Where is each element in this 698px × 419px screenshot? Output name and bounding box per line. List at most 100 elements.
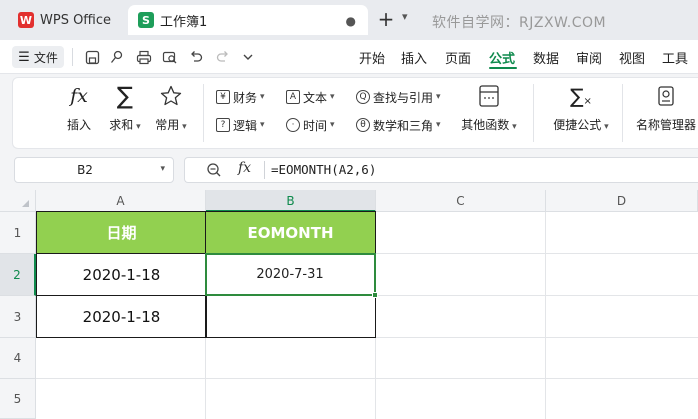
chevron-down-icon: ▾ xyxy=(330,120,335,130)
cell-a3[interactable]: 2020-1-18 xyxy=(36,295,207,338)
formula-bar-divider xyxy=(264,161,265,179)
quick-formula-button[interactable]: ∑ × 便捷公式 ▾ xyxy=(548,82,614,142)
chevron-down-icon[interactable]: ▾ xyxy=(160,164,165,174)
lookup-icon: Q xyxy=(356,90,370,104)
active-cell-highlight xyxy=(205,253,376,296)
datetime-label: 时间 xyxy=(303,118,328,133)
column-header-d[interactable]: D xyxy=(546,190,698,212)
chevron-down-icon: ▾ xyxy=(330,92,335,102)
print-icon[interactable] xyxy=(134,47,154,67)
insert-function-label: 插入 xyxy=(66,118,91,132)
chevron-down-icon: ▾ xyxy=(260,92,265,102)
chevron-down-icon: ▾ xyxy=(260,120,265,130)
fx-icon[interactable]: fx xyxy=(238,160,251,176)
common-functions-label: 常用 xyxy=(155,118,180,132)
select-all-corner[interactable] xyxy=(0,190,36,212)
cell-a2[interactable]: 2020-1-18 xyxy=(36,253,207,296)
zoom-magnifier-icon[interactable] xyxy=(206,162,222,178)
toolbar-divider xyxy=(72,48,73,66)
chevron-down-icon: ▾ xyxy=(509,122,517,132)
chevron-down-icon: ▾ xyxy=(436,92,441,102)
file-menu-label: 文件 xyxy=(33,50,58,65)
undo-icon[interactable] xyxy=(186,47,206,67)
common-functions-button[interactable]: 常用 ▾ xyxy=(146,82,196,142)
select-all-triangle-icon xyxy=(22,200,29,207)
column-header-c[interactable]: C xyxy=(376,190,546,212)
quick-formula-label: 便捷公式 xyxy=(553,118,602,132)
formula-input[interactable] xyxy=(184,157,698,183)
tab-list-chevron-icon[interactable]: ▾ xyxy=(402,10,408,23)
menu-data[interactable]: 数据 xyxy=(533,48,559,67)
menu-home[interactable]: 开始 xyxy=(359,48,385,67)
gridline xyxy=(545,212,546,419)
row-header-3[interactable]: 3 xyxy=(0,296,36,338)
math-trig-button[interactable]: θ 数学和三角 ▾ xyxy=(356,115,441,135)
lookup-button[interactable]: Q 查找与引用 ▾ xyxy=(356,87,441,107)
text-functions-button[interactable]: A 文本 ▾ xyxy=(286,87,335,107)
name-box-value: B2 xyxy=(77,163,93,177)
menu-view[interactable]: 视图 xyxy=(619,48,645,67)
column-header-b[interactable]: B xyxy=(206,190,376,212)
redo-icon[interactable] xyxy=(212,47,232,67)
wps-office-tab[interactable]: W WPS Office xyxy=(8,6,124,34)
wps-office-tab-label: WPS Office xyxy=(40,12,112,28)
cell-b3[interactable] xyxy=(205,295,376,338)
name-box[interactable]: B2 ▾ xyxy=(14,157,174,183)
formula-text[interactable]: =EOMONTH(A2,6) xyxy=(271,162,376,177)
fill-handle[interactable] xyxy=(372,292,378,298)
row-header-2[interactable]: 2 xyxy=(0,254,36,296)
autosum-button[interactable]: ∑ 求和 ▾ xyxy=(100,82,150,142)
link-icon[interactable] xyxy=(106,47,126,67)
cell-a1[interactable]: 日期 xyxy=(36,211,207,254)
name-manager-button[interactable]: 名称管理器 xyxy=(636,82,698,142)
star-icon xyxy=(157,82,185,110)
text-icon: A xyxy=(286,90,300,104)
watermark-text: 软件自学网：RJZXW.COM xyxy=(432,15,607,31)
chevron-down-icon: ▾ xyxy=(179,122,187,132)
menu-insert[interactable]: 插入 xyxy=(401,48,427,67)
sigma-icon: ∑ xyxy=(116,82,134,110)
ribbon-divider xyxy=(533,84,534,142)
ribbon-divider xyxy=(203,84,204,142)
column-header-a[interactable]: A xyxy=(36,190,206,212)
math-trig-label: 数学和三角 xyxy=(373,118,434,133)
financial-label: 财务 xyxy=(233,90,258,105)
row-header-1[interactable]: 1 xyxy=(0,212,36,254)
file-menu-button[interactable]: ☰ 文件 xyxy=(12,46,64,68)
menu-page-layout[interactable]: 页面 xyxy=(445,48,471,67)
datetime-button[interactable]: · 时间 ▾ xyxy=(286,115,335,135)
cell-b1[interactable]: EOMONTH xyxy=(205,211,376,254)
menu-formulas[interactable]: 公式 xyxy=(489,48,515,67)
autosum-label: 求和 xyxy=(109,118,134,132)
logical-icon: ? xyxy=(216,118,230,132)
print-preview-icon[interactable] xyxy=(160,47,180,67)
unsaved-dot-icon[interactable]: ● xyxy=(346,14,356,28)
workbook-tab-label: 工作簿1 xyxy=(160,14,208,30)
name-manager-icon xyxy=(652,82,680,110)
new-tab-button[interactable]: + xyxy=(374,8,398,32)
row-header-5[interactable]: 5 xyxy=(0,379,36,419)
gridline xyxy=(36,378,698,379)
menu-review[interactable]: 审阅 xyxy=(576,48,602,67)
text-functions-label: 文本 xyxy=(303,90,328,105)
math-icon: θ xyxy=(356,118,370,132)
active-menu-indicator xyxy=(489,67,517,69)
chevron-down-icon: ▾ xyxy=(133,122,141,132)
more-functions-icon xyxy=(475,82,503,110)
spreadsheet-icon: S xyxy=(138,12,154,28)
logical-button[interactable]: ? 逻辑 ▾ xyxy=(216,115,265,135)
chevron-down-icon: ▾ xyxy=(436,120,441,130)
hamburger-icon: ☰ xyxy=(18,49,30,65)
customize-chevron-down-icon[interactable] xyxy=(238,47,258,67)
financial-button[interactable]: ¥ 财务 ▾ xyxy=(216,87,265,107)
logical-label: 逻辑 xyxy=(233,118,258,133)
chevron-down-icon: ▾ xyxy=(601,122,609,132)
row-header-4[interactable]: 4 xyxy=(0,338,36,379)
insert-function-button[interactable]: fx 插入 xyxy=(54,82,104,142)
save-icon[interactable] xyxy=(82,47,102,67)
sigma-x-icon: ∑ × xyxy=(570,84,592,108)
wps-logo-icon: W xyxy=(18,12,34,28)
menu-tools[interactable]: 工具 xyxy=(662,48,688,67)
workbook-tab[interactable]: S 工作簿1 ● xyxy=(128,5,368,35)
more-functions-button[interactable]: 其他函数 ▾ xyxy=(456,82,522,142)
